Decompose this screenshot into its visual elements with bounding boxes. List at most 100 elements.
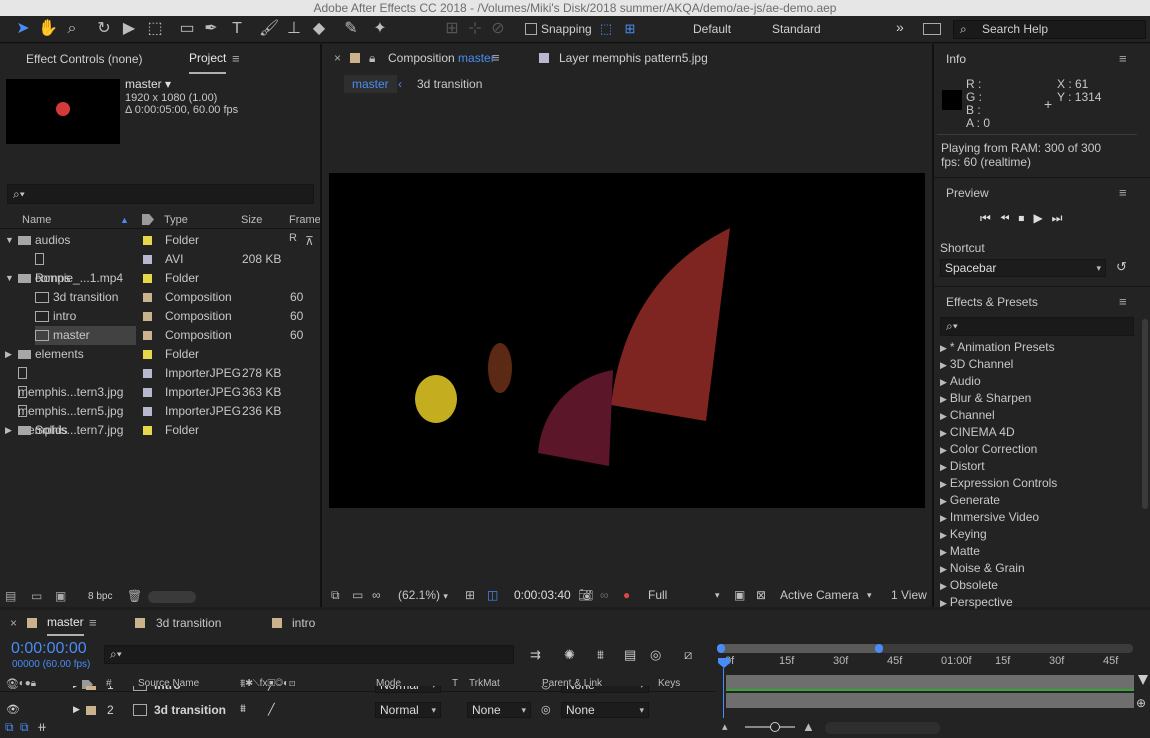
time-ruler[interactable]: 0f15f30f45f01:00f15f30f45f [717,655,1133,671]
table-row[interactable]: 👁︎ ▶ 2 3d transition ⩩ ╱ Normal ▾ None ▾ ◎ None ▾ [0,702,715,719]
snapping-checkbox[interactable] [525,23,537,35]
comp-mini-flowchart-icon[interactable]: ⇉ [530,647,541,663]
view-axis-icon[interactable]: ⊘ [488,19,508,39]
new-composition-icon[interactable]: ▣ [55,589,66,603]
tab-effect-controls[interactable]: Effect Controls (none) [26,44,143,74]
mask-visibility-icon[interactable]: ∞ [372,584,381,607]
work-area-end-handle[interactable] [875,644,883,653]
frame-blending-icon[interactable]: ▤ [624,647,636,663]
effects-scrollbar[interactable] [1142,319,1148,509]
quality-switch-icon[interactable]: ╱ [268,703,275,716]
layer-expand-icon[interactable]: ▶ [73,686,80,690]
type-tool-icon[interactable]: T [227,19,247,39]
work-area-range[interactable] [717,644,879,653]
zoom-in-icon[interactable]: ▲ [802,719,815,734]
lock-icon[interactable]: 🔒︎ [369,44,375,72]
flowchart-icon[interactable]: ⊼ [305,234,314,248]
project-item-name[interactable]: comps [18,269,136,288]
info-title[interactable]: Info [946,44,966,74]
col-size[interactable]: Size [241,211,262,229]
parent-dropdown[interactable]: None▾ [561,686,649,693]
project-item-name[interactable]: 3d transition [35,288,136,307]
display-icon[interactable]: ▭ [352,584,363,607]
project-item[interactable]: master Composition 60 [0,326,320,345]
graph-editor-icon[interactable]: ⧄ [684,647,692,663]
local-axis-icon[interactable]: ⊞ [442,19,462,39]
project-item-name[interactable]: Solids [18,421,136,440]
expand-arrow-icon[interactable]: ▶ [940,598,947,608]
eraser-tool-icon[interactable]: ◆ [309,19,329,39]
expand-toggle-icon[interactable]: ▼ [5,231,14,250]
grid-icon[interactable]: ⊞ [465,584,475,607]
close-tab-icon[interactable]: × [10,610,17,636]
parent-dropdown[interactable]: None▾ [561,702,649,718]
workspace-overflow-icon[interactable]: » [896,19,904,35]
breadcrumb-master[interactable]: master [344,75,397,93]
project-item[interactable]: ▶ elements Folder [0,345,320,364]
reset-icon[interactable]: ↺ [1116,259,1127,275]
shy-switch-icon[interactable]: ⩩ [240,686,246,691]
label-swatch[interactable] [143,407,152,416]
mode-dropdown[interactable]: Normal▾ [375,702,441,718]
effect-category[interactable]: ▶ Distort [940,458,985,475]
roto-brush-tool-icon[interactable]: ✎ [341,19,361,39]
project-item[interactable]: memphis...tern5.jpg ImporterJPEG 363 KB [0,383,320,418]
project-item[interactable]: memphis...tern7.jpg ImporterJPEG 236 KB [0,402,320,437]
selection-tool-icon[interactable]: ➤ [13,19,33,39]
effect-category[interactable]: ▶ * Animation Presets [940,339,1055,356]
project-item-name[interactable]: memphis...tern7.jpg [18,402,136,437]
project-item[interactable]: intro Composition 60 [0,307,320,326]
layer-name[interactable]: 3d transition [154,703,226,717]
timeline-timecode[interactable]: 0:00:00:00 [11,640,87,658]
project-item-name[interactable]: audios [18,231,136,250]
shy-switch-icon[interactable]: ⩩ [240,703,246,716]
effect-category[interactable]: ▶ CINEMA 4D [940,424,1015,441]
camera-tool-icon[interactable]: ▶ [119,19,139,39]
preview-menu-icon[interactable]: ≡ [1119,185,1127,200]
trkmat-dropdown[interactable]: None ▾ [467,702,531,718]
resolution-caret-icon[interactable]: ▾ [715,584,720,607]
tab-composition[interactable]: Composition master [388,44,495,72]
preview-title[interactable]: Preview [946,186,989,200]
toggle-stretch-icon[interactable]: ⧺ [37,720,47,734]
layer-name[interactable]: intro [154,686,181,692]
search-help-input[interactable]: ⌕ Search Help [953,20,1146,39]
expand-arrow-icon[interactable]: ▶ [940,428,947,438]
expand-arrow-icon[interactable]: ▶ [940,343,947,353]
effects-title[interactable]: Effects & Presets [946,295,1038,309]
eye-icon[interactable]: 👁︎ [6,703,20,716]
project-item[interactable]: ▼ audios Folder [0,231,320,250]
divider[interactable] [932,44,934,607]
expand-arrow-icon[interactable]: ▶ [940,462,947,472]
interpret-footage-icon[interactable]: ▤ [5,589,16,603]
effect-category[interactable]: ▶ Channel [940,407,995,424]
toggle-modes-icon[interactable]: ⧉ [20,720,29,735]
last-frame-icon[interactable]: ⏭︎ [1052,211,1072,225]
effects-menu-icon[interactable]: ≡ [1119,294,1127,309]
camera-dropdown[interactable]: Active Camera [780,584,859,607]
col-name[interactable]: Name [22,211,51,229]
shy-icon[interactable]: ⩩ [597,647,604,663]
label-swatch[interactable] [143,293,152,302]
hand-tool-icon[interactable]: ✋ [38,19,58,39]
expand-toggle-icon[interactable]: ▼ [5,269,14,288]
expand-toggle-icon[interactable]: ▶ [5,421,12,440]
zoom-tool-icon[interactable]: ⌕ [62,19,82,39]
layer-bar-1[interactable] [726,675,1134,689]
timeline-search-input[interactable]: ⌕▾ [104,645,514,664]
project-search-input[interactable]: ⌕▾ [7,184,314,204]
work-area-bar[interactable] [717,644,1133,653]
expand-arrow-icon[interactable]: ▶ [940,411,947,421]
layer-expand-icon[interactable]: ▶ [73,704,80,715]
effect-category[interactable]: ▶ Blur & Sharpen [940,390,1031,407]
table-row[interactable]: 👁︎ ▶ 1 intro ⩩ ╱ Normal▾ ◎ None▾ [0,686,715,694]
show-snapshot-icon[interactable]: ∞ [600,584,609,607]
expand-arrow-icon[interactable]: ▶ [940,530,947,540]
layer-label-swatch[interactable] [86,686,96,690]
expand-arrow-icon[interactable]: ▶ [940,360,947,370]
project-item-name[interactable]: Ronnie_...1.mp4 [35,250,136,285]
col-type[interactable]: Type [164,211,188,229]
tab-intro-timeline[interactable]: intro [292,610,315,636]
shortcut-dropdown[interactable]: Spacebar ▾ [940,259,1106,277]
label-swatch[interactable] [143,331,152,340]
